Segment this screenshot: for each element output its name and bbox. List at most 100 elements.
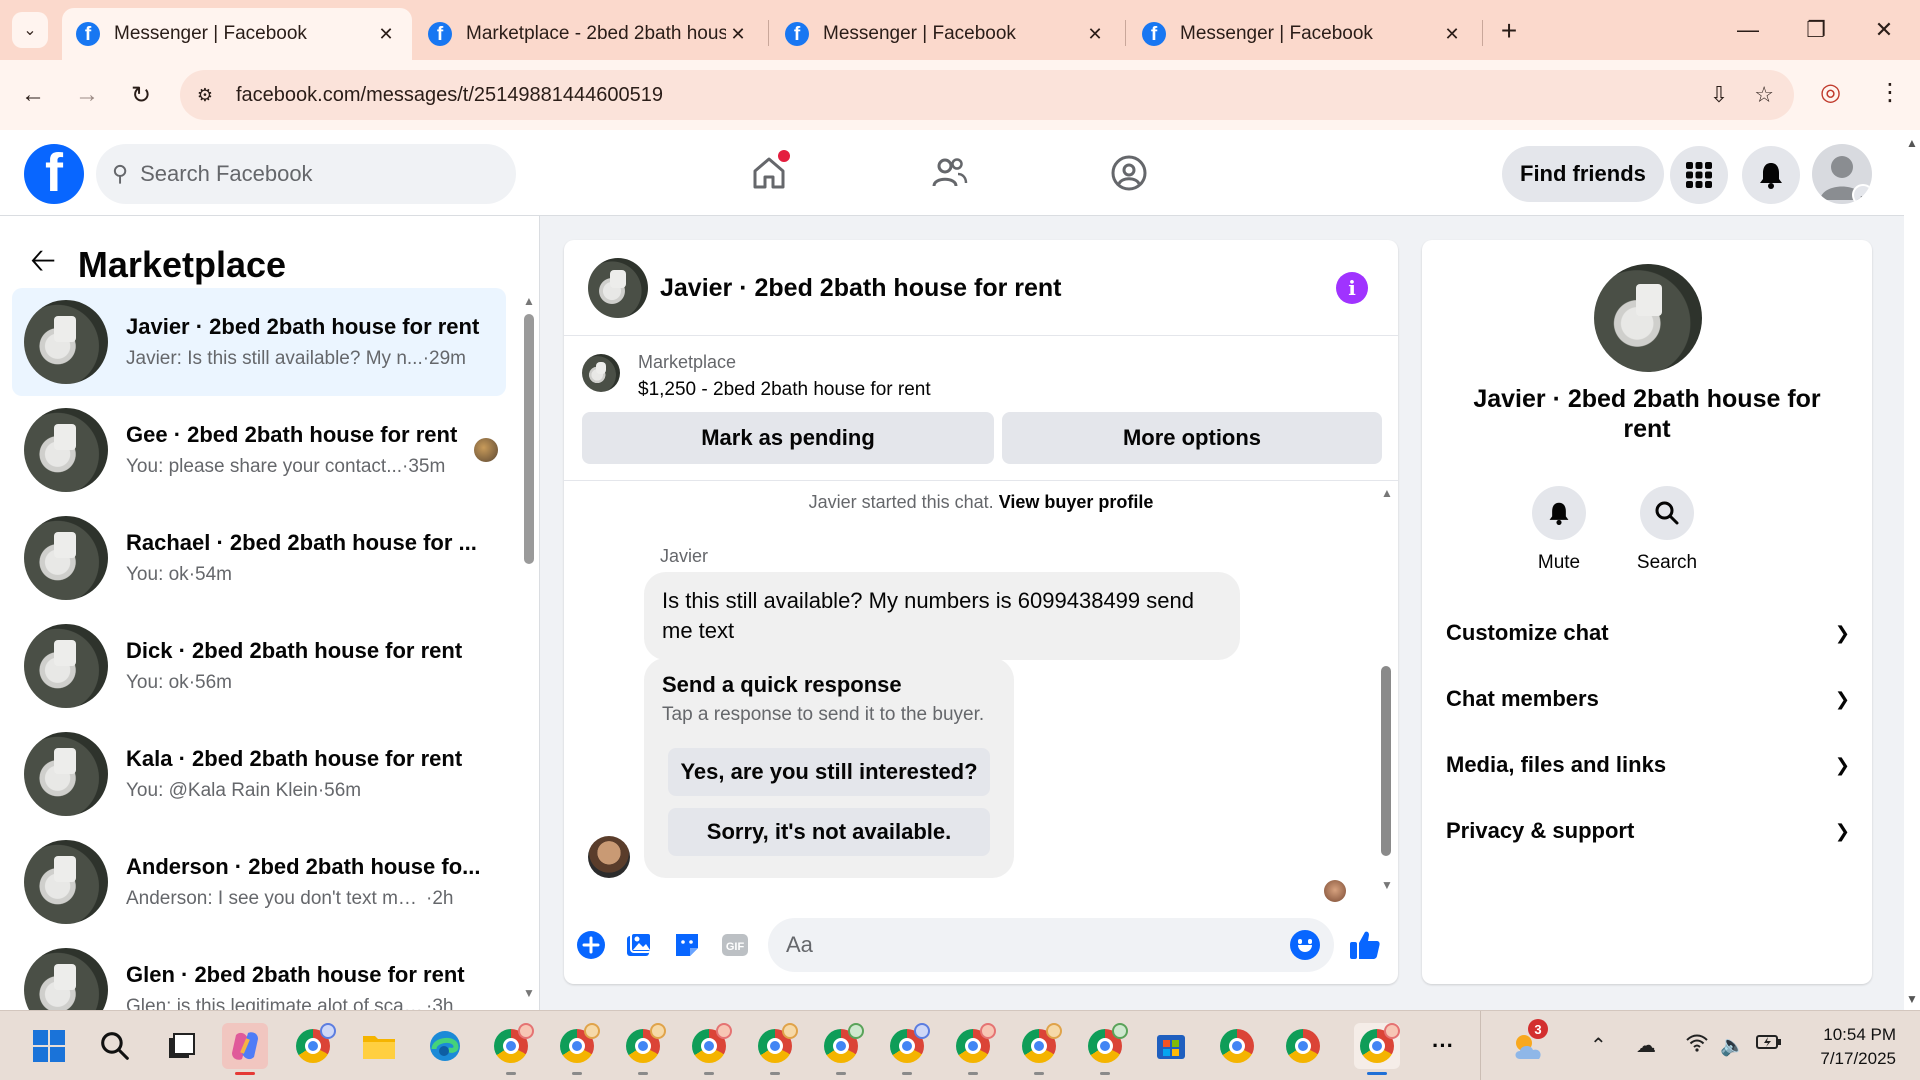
chat-scrollbar[interactable]: ▲ ▼ [1378, 486, 1394, 892]
message-bubble[interactable]: Is this still available? My numbers is 6… [644, 572, 1240, 660]
chrome-menu-icon[interactable]: ⋮ [1878, 78, 1902, 107]
taskbar-chrome-app[interactable] [1082, 1023, 1128, 1075]
scroll-down-arrow-icon[interactable]: ▼ [1380, 878, 1394, 892]
nav-groups[interactable] [1104, 148, 1154, 198]
mute-action[interactable]: Mute [1514, 486, 1604, 574]
info-icon[interactable]: i [1336, 272, 1368, 304]
tab-close-icon[interactable]: ✕ [1440, 24, 1464, 45]
onedrive-cloud-icon[interactable]: ☁ [1636, 1033, 1656, 1058]
file-explorer-button[interactable] [356, 1023, 402, 1069]
site-settings-icon[interactable]: ⚙ [180, 70, 230, 120]
message-input-box[interactable] [768, 918, 1334, 972]
minimize-window-icon[interactable]: — [1720, 10, 1776, 50]
edge-browser-button[interactable] [422, 1023, 468, 1069]
more-apps-overflow-icon[interactable]: ··· [1420, 1023, 1466, 1069]
taskbar-chrome-app[interactable] [1016, 1023, 1062, 1075]
conversation-item[interactable]: Anderson · 2bed 2bath house fo... Anders… [12, 828, 506, 936]
tab-close-icon[interactable]: ✕ [374, 24, 398, 45]
taskbar-chrome-app[interactable] [488, 1023, 534, 1075]
taskbar-chrome-app[interactable] [818, 1023, 864, 1075]
conversation-item[interactable]: Rachael · 2bed 2bath house for ... You: … [12, 504, 506, 612]
tab-close-icon[interactable]: ✕ [1083, 24, 1107, 45]
listing-summary[interactable]: Marketplace $1,250 - 2bed 2bath house fo… [582, 352, 931, 401]
listing-profile-image[interactable] [1594, 264, 1702, 372]
thumbs-up-like-icon[interactable] [1348, 928, 1382, 962]
battery-charging-icon[interactable] [1756, 1033, 1782, 1057]
account-avatar[interactable]: ⌄ [1812, 144, 1872, 204]
browser-tab-4[interactable]: f Messenger | Facebook ✕ [1128, 8, 1478, 60]
task-view-button[interactable] [158, 1023, 204, 1069]
buyer-avatar[interactable] [588, 836, 630, 878]
mute-button[interactable] [1532, 486, 1586, 540]
browser-tab-2[interactable]: f Marketplace - 2bed 2bath house for ren… [414, 8, 764, 60]
gif-icon[interactable]: GIF [718, 928, 752, 962]
tab-close-icon[interactable]: ✕ [726, 24, 750, 45]
browser-tab-3[interactable]: f Messenger | Facebook ✕ [771, 8, 1121, 60]
facebook-logo[interactable]: f [24, 144, 84, 204]
microsoft-store-button[interactable] [1148, 1023, 1194, 1069]
media-files-links-section[interactable]: Media, files and links ❯ [1446, 740, 1850, 790]
find-friends-button[interactable]: Find friends [1502, 146, 1664, 202]
back-arrow-icon[interactable]: 🡠 [30, 238, 56, 292]
conversation-list-scrollbar[interactable]: ▲ ▼ [522, 294, 536, 1000]
taskbar-chrome-app[interactable] [554, 1023, 600, 1075]
page-scrollbar[interactable]: ▲ ▼ [1904, 130, 1920, 1010]
scroll-down-arrow-icon[interactable]: ▼ [522, 986, 536, 1000]
facebook-search-input[interactable] [140, 161, 461, 187]
tab-search-chevron-icon[interactable]: ⌄ [12, 12, 48, 48]
taskbar-chrome-app[interactable] [1214, 1023, 1260, 1069]
chat-title[interactable]: Javier · 2bed 2bath house for rent [660, 274, 1062, 303]
taskbar-chrome-app[interactable] [620, 1023, 666, 1075]
mark-as-pending-button[interactable]: Mark as pending [582, 412, 994, 464]
chevron-down-icon[interactable]: ⌄ [1852, 184, 1872, 204]
conversation-item[interactable]: Dick · 2bed 2bath house for rent You: ok… [12, 612, 506, 720]
browser-tab-1[interactable]: f Messenger | Facebook ✕ [62, 8, 412, 60]
more-actions-plus-icon[interactable] [574, 928, 608, 962]
scroll-up-arrow-icon[interactable]: ▲ [1380, 486, 1394, 500]
menu-button[interactable] [1670, 146, 1728, 204]
show-hidden-icons-chevron-icon[interactable]: ⌃ [1590, 1033, 1607, 1058]
reload-icon[interactable]: ↻ [122, 76, 160, 114]
taskbar-chrome-app[interactable] [752, 1023, 798, 1075]
bookmark-star-icon[interactable]: ☆ [1754, 82, 1774, 108]
taskbar-search-button[interactable] [92, 1023, 138, 1069]
search-action[interactable]: Search [1622, 486, 1712, 574]
close-window-icon[interactable]: ✕ [1856, 10, 1912, 50]
taskbar-chrome-app[interactable] [1280, 1023, 1326, 1069]
conversation-item[interactable]: Kala · 2bed 2bath house for rent You: @K… [12, 720, 506, 828]
chrome-profile-icon[interactable]: ◎ [1820, 78, 1841, 107]
taskbar-chrome-app-active[interactable] [1354, 1023, 1400, 1075]
install-app-icon[interactable]: ⇩ [1710, 82, 1728, 108]
taskbar-chrome-app[interactable] [950, 1023, 996, 1075]
scrollbar-thumb[interactable] [524, 314, 534, 564]
conversation-item[interactable]: Javier · 2bed 2bath house for rent Javie… [12, 288, 506, 396]
facebook-search-box[interactable]: ⚲ [96, 144, 516, 204]
scroll-down-arrow-icon[interactable]: ▼ [1906, 992, 1918, 1006]
message-input[interactable] [786, 932, 1256, 958]
wifi-icon[interactable] [1686, 1033, 1708, 1059]
scrollbar-thumb[interactable] [1381, 666, 1391, 856]
nav-home[interactable] [744, 148, 794, 198]
more-options-button[interactable]: More options [1002, 412, 1382, 464]
nav-friends[interactable] [924, 148, 974, 198]
taskbar-chrome-app[interactable] [686, 1023, 732, 1075]
conversation-item[interactable]: Gee · 2bed 2bath house for rent You: ple… [12, 396, 506, 504]
chat-thumbnail[interactable] [588, 258, 648, 318]
chat-members-section[interactable]: Chat members ❯ [1446, 674, 1850, 724]
scroll-up-arrow-icon[interactable]: ▲ [1906, 136, 1918, 150]
view-buyer-profile-link[interactable]: View buyer profile [999, 492, 1154, 512]
back-arrow-icon[interactable]: ← [14, 76, 52, 114]
conversation-item[interactable]: Glen · 2bed 2bath house for rent Glen: i… [12, 936, 506, 1010]
notifications-button[interactable] [1742, 146, 1800, 204]
copilot-app-button[interactable] [222, 1023, 268, 1075]
customize-chat-section[interactable]: Customize chat ❯ [1446, 608, 1850, 658]
attach-photo-icon[interactable] [622, 928, 656, 962]
taskbar-chrome-app[interactable] [290, 1023, 336, 1069]
quick-response-no-button[interactable]: Sorry, it's not available. [668, 808, 990, 856]
new-tab-button[interactable]: + [1492, 14, 1526, 48]
url-text[interactable]: facebook.com/messages/t/2514988144460051… [236, 84, 663, 107]
restore-window-icon[interactable]: ❐ [1788, 10, 1844, 50]
start-button[interactable] [26, 1023, 72, 1069]
search-in-chat-button[interactable] [1640, 486, 1694, 540]
privacy-support-section[interactable]: Privacy & support ❯ [1446, 806, 1850, 856]
